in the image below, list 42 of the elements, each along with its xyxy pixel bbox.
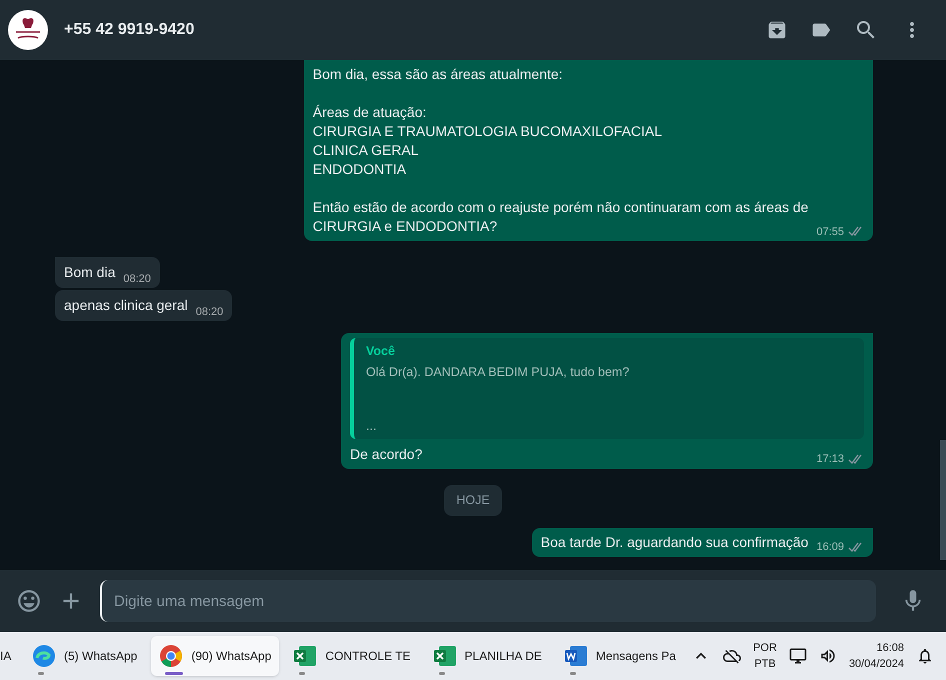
taskbar-app[interactable]: Mensagens Pa: [556, 636, 684, 676]
logo-icon[interactable]: [8, 10, 48, 50]
contact-name[interactable]: +55 42 9919-9420: [64, 18, 194, 42]
message-time: 16:09: [816, 540, 844, 555]
app-title: PLANILHA DE: [464, 648, 542, 665]
spreadsheet-icon: [432, 644, 457, 668]
taskbar-app[interactable]: (90) WhatsApp: [151, 636, 280, 676]
message-text: Bom dia, essa são as áreas atualmente: Áreas de atuação: CIRURGIA E TRAUMATOLOGIA BUCOMAXILOFACIAL CLINICA GERAL ENDODONTIA Então estão de acordo com o reajuste porém não continuaram com as áreas de CIRURGIA e ENDODONTIA?: [312, 65, 808, 236]
taskbar-app[interactable]: CONTROLE TE: [285, 636, 419, 676]
message-time: 17:13: [816, 452, 844, 468]
archive-icon[interactable]: [766, 19, 788, 41]
clock-date[interactable]: 30/04/2024: [848, 656, 904, 672]
message-text: apenas clinica geral: [64, 296, 188, 315]
layout-label[interactable]: PTB: [754, 656, 776, 672]
document-icon: [564, 644, 588, 668]
message-text: Boa tarde Dr. aguardando sua confirmação: [540, 532, 808, 552]
taskbar-app[interactable]: PLANILHA DE: [424, 636, 550, 676]
cloud-off-icon[interactable]: [723, 647, 742, 665]
date-divider: HOJE: [444, 484, 502, 516]
message-time: 08:20: [123, 272, 151, 286]
emoji-icon[interactable]: [16, 588, 42, 614]
message-time: 07:55: [816, 224, 844, 240]
message-input[interactable]: Digite uma mensagem: [100, 580, 876, 622]
volume-icon[interactable]: [818, 647, 837, 665]
browser-icon: [159, 644, 184, 668]
message-time: 08:20: [196, 304, 224, 320]
scrollbar[interactable]: [940, 440, 946, 560]
language-label[interactable]: POR: [753, 640, 777, 656]
message-text: Bom dia: [64, 263, 116, 282]
browser-icon: [32, 644, 56, 668]
taskbar-label[interactable]: IA: [0, 647, 16, 665]
notification-icon[interactable]: [916, 647, 934, 665]
app-title: CONTROLE TE: [325, 648, 411, 665]
taskbar-app[interactable]: (5) WhatsApp: [24, 636, 146, 676]
quote-author: Você: [366, 343, 396, 360]
app-title: (90) WhatsApp: [191, 648, 272, 665]
spreadsheet-icon: [293, 644, 318, 668]
quote-text: Olá Dr(a). DANDARA BEDIM PUJA, tudo bem? ...: [366, 364, 630, 435]
message-text: De acordo?: [350, 444, 424, 464]
app-title: (5) WhatsApp: [64, 648, 138, 665]
clock-time[interactable]: 16:08: [876, 640, 904, 656]
app-title: Mensagens Pa: [596, 648, 676, 665]
